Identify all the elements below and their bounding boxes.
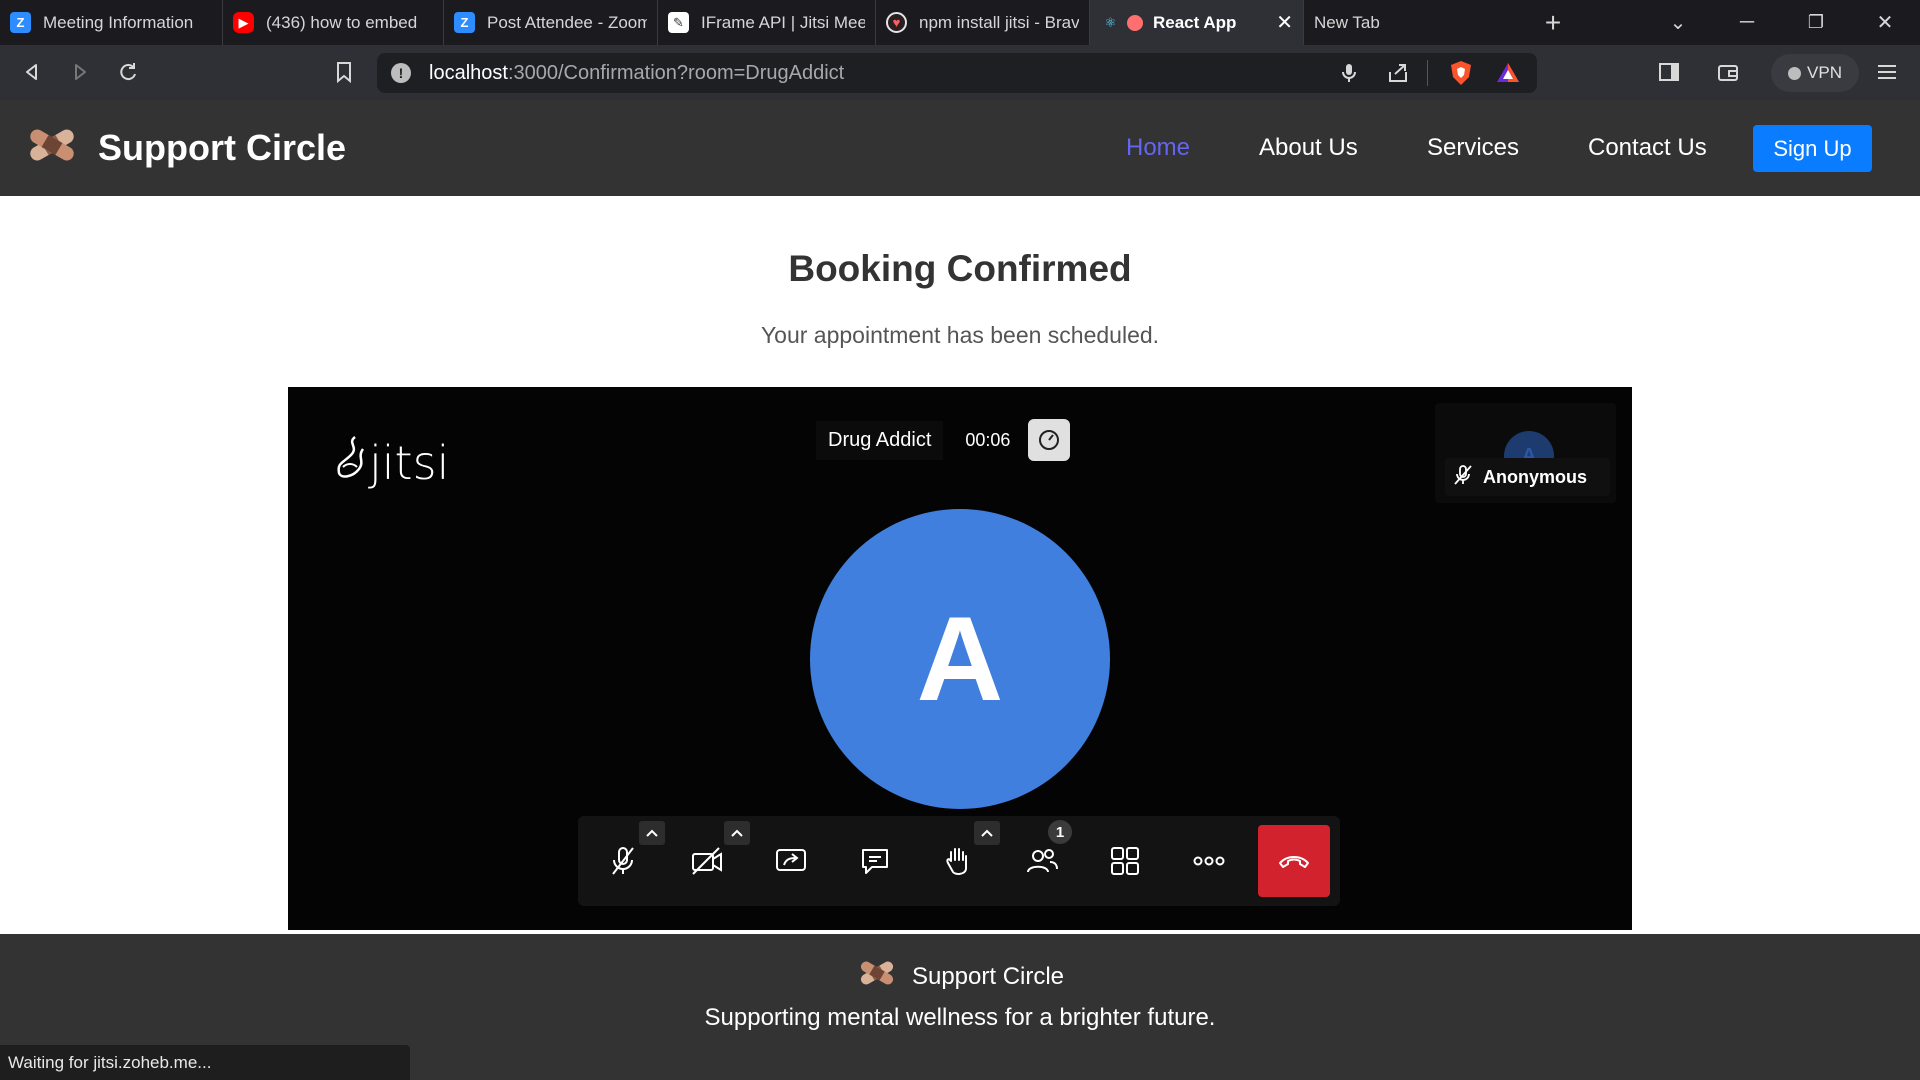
tab-title: npm install jitsi - Brave — [919, 12, 1079, 32]
footer-tagline: Supporting mental wellness for a brighte… — [704, 1004, 1216, 1031]
close-tab-icon[interactable]: ✕ — [1276, 10, 1293, 35]
jitsi-logo: jitsi — [333, 433, 449, 492]
brave-shields-icon[interactable] — [1449, 60, 1473, 91]
screen-share-icon — [776, 849, 806, 871]
tile-view-icon — [1111, 847, 1139, 875]
vpn-label: VPN — [1807, 63, 1842, 82]
brave-rewards-icon[interactable] — [1496, 61, 1520, 90]
reload-icon[interactable] — [113, 57, 143, 87]
close-window-button[interactable]: ✕ — [1862, 0, 1908, 45]
tab-title: Post Attendee - Zoom — [487, 12, 647, 32]
tab-title: React App — [1153, 12, 1237, 32]
browser-tab-new-tab[interactable]: New Tab — [1304, 0, 1518, 45]
url-divider — [1427, 60, 1428, 86]
tab-list-chevron-icon[interactable]: ⌄ — [1655, 0, 1701, 45]
react-icon: ⚛ — [1104, 14, 1117, 30]
raise-hand-icon — [946, 848, 967, 875]
brand[interactable]: Support Circle — [24, 122, 346, 173]
back-icon[interactable] — [17, 57, 47, 87]
meeting-timer: 00:06 — [965, 429, 1011, 450]
minimize-button[interactable]: ─ — [1724, 0, 1770, 45]
brand-name: Support Circle — [98, 126, 347, 168]
bandage-logo-icon — [24, 122, 80, 173]
brave-search-icon: ♥ — [886, 12, 907, 33]
zoom-icon: Z — [10, 12, 31, 33]
page-title: Booking Confirmed — [788, 248, 1132, 289]
jitsi-icon: ✎ — [668, 12, 689, 33]
browser-tab-iframe-api[interactable]: ✎ IFrame API | Jitsi Meet — [658, 0, 876, 45]
restore-button[interactable]: ❐ — [1793, 0, 1839, 45]
performance-settings-button[interactable] — [1028, 419, 1071, 461]
browser-tab-meeting-information[interactable]: Z Meeting Information — [0, 0, 223, 45]
nav-link-services[interactable]: Services — [1427, 134, 1519, 162]
tab-title: (436) how to embed — [266, 12, 418, 32]
camera-off-icon — [692, 847, 722, 875]
sign-up-button[interactable]: Sign Up — [1753, 125, 1872, 172]
reactions-chevron-icon[interactable] — [974, 821, 1000, 845]
sidebar-icon[interactable] — [1654, 57, 1684, 87]
youtube-icon: ▶ — [233, 12, 254, 33]
browser-status-bar: Waiting for jitsi.zoheb.me... — [0, 1045, 410, 1080]
new-tab-button[interactable]: + — [1530, 0, 1576, 45]
browser-tab-post-attendee[interactable]: Z Post Attendee - Zoom — [444, 0, 658, 45]
site-navbar: Support Circle Home About Us Services Co… — [0, 100, 1920, 196]
address-bar[interactable]: ! localhost:3000/Confirmation?room=DrugA… — [377, 53, 1537, 93]
zoom-icon: Z — [454, 12, 475, 33]
wallet-icon[interactable] — [1713, 57, 1743, 87]
meeting-toolbar: 1 — [578, 816, 1340, 906]
vpn-status-icon — [1788, 66, 1802, 80]
share-icon[interactable] — [1387, 62, 1409, 89]
tab-title: IFrame API | Jitsi Meet — [701, 12, 865, 32]
chat-icon — [862, 849, 888, 874]
participant-name: Anonymous — [1483, 466, 1588, 487]
phone-hangup-icon — [1279, 856, 1309, 868]
microphone-icon[interactable] — [1341, 62, 1357, 89]
jitsi-logo-text: jitsi — [369, 435, 450, 490]
participant-avatar: A — [810, 509, 1110, 809]
participant-count-badge: 1 — [1048, 820, 1072, 844]
forward-icon[interactable] — [65, 57, 95, 87]
mic-muted-icon — [1453, 464, 1473, 491]
tab-title: Meeting Information — [43, 12, 194, 32]
nav-link-contact-us[interactable]: Contact Us — [1588, 134, 1707, 162]
nav-link-about-us[interactable]: About Us — [1259, 134, 1358, 162]
meeting-info: Drug Addict 00:06 — [816, 417, 1071, 463]
browser-tab-npm-install[interactable]: ♥ npm install jitsi - Brave — [876, 0, 1090, 45]
bookmark-icon[interactable] — [329, 57, 359, 87]
menu-icon[interactable] — [1872, 57, 1902, 87]
chat-button[interactable] — [850, 836, 900, 886]
url-path: :3000/Confirmation?room=DrugAddict — [507, 61, 845, 84]
mic-muted-icon — [612, 847, 634, 875]
bandage-logo-icon — [856, 956, 898, 997]
recording-icon — [1127, 14, 1143, 31]
participants-icon — [1027, 849, 1058, 873]
browser-tab-react-app[interactable]: ⚛ React App ✕ — [1090, 0, 1304, 45]
gauge-icon — [1039, 430, 1060, 450]
more-actions-button[interactable] — [1184, 836, 1234, 886]
nav-link-home[interactable]: Home — [1126, 134, 1190, 162]
camera-options-chevron-icon[interactable] — [724, 821, 750, 845]
room-name: Drug Addict — [816, 420, 944, 460]
tile-view-button[interactable] — [1100, 836, 1150, 886]
participant-thumbnail[interactable]: A Anonymous — [1435, 403, 1616, 503]
browser-tab-youtube[interactable]: ▶ (436) how to embed — [223, 0, 444, 45]
browser-tab-strip: Z Meeting Information ▶ (436) how to emb… — [0, 0, 1920, 45]
jitsi-meeting-frame[interactable]: jitsi Drug Addict 00:06 A Anonymous A 1 — [288, 387, 1632, 930]
url-host: localhost — [429, 61, 508, 84]
microphone-options-chevron-icon[interactable] — [639, 821, 665, 845]
footer-brand-name: Support Circle — [911, 962, 1065, 990]
footer-brand: Support Circle — [0, 956, 1920, 997]
site-info-icon[interactable]: ! — [391, 63, 411, 83]
participant-label: Anonymous — [1445, 458, 1610, 496]
screen-share-button[interactable] — [766, 836, 816, 886]
page-subtitle: Your appointment has been scheduled. — [760, 322, 1160, 348]
vpn-button[interactable]: VPN — [1771, 54, 1859, 92]
more-dots-icon — [1193, 856, 1225, 866]
hangup-button[interactable] — [1258, 825, 1330, 897]
jitsi-logo-icon — [333, 433, 369, 492]
tab-title: New Tab — [1314, 12, 1380, 32]
